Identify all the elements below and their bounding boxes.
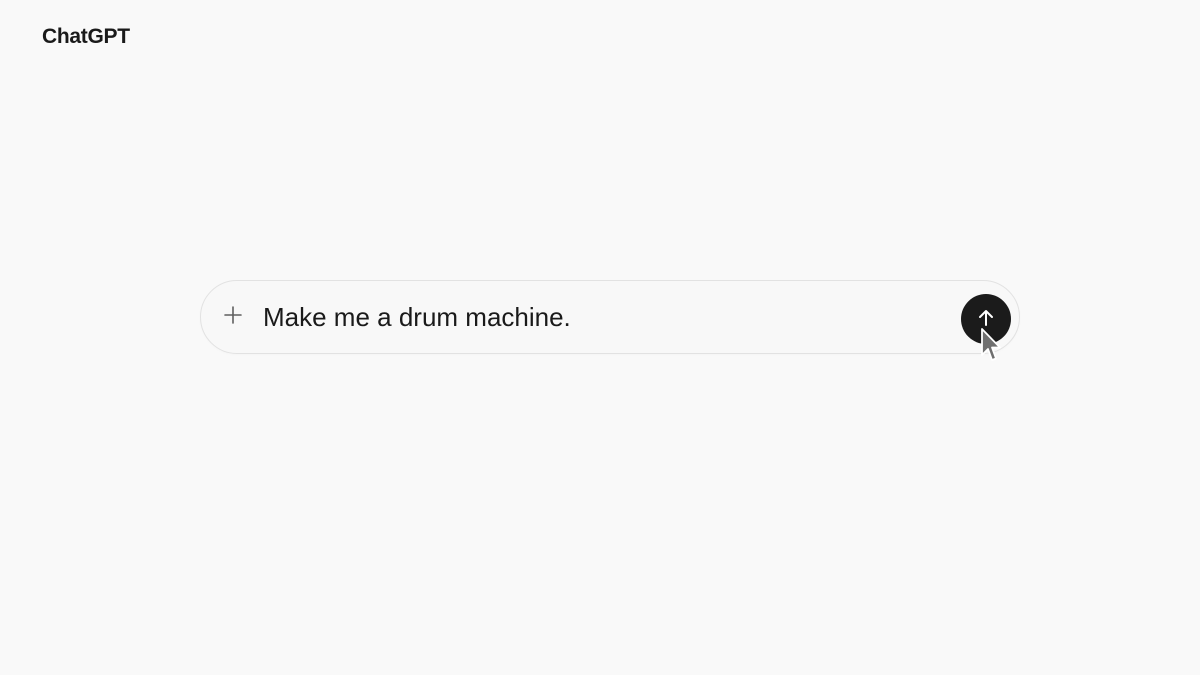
prompt-input[interactable]: Make me a drum machine. xyxy=(263,299,943,335)
app-title: ChatGPT xyxy=(42,25,130,48)
send-button[interactable] xyxy=(961,294,1011,344)
plus-icon xyxy=(222,304,244,331)
composer[interactable]: Make me a drum machine. xyxy=(200,280,1020,354)
page: ChatGPT Make me a drum machine. xyxy=(0,0,1200,675)
arrow-up-icon xyxy=(975,307,997,332)
add-attachment-button[interactable] xyxy=(219,303,247,331)
